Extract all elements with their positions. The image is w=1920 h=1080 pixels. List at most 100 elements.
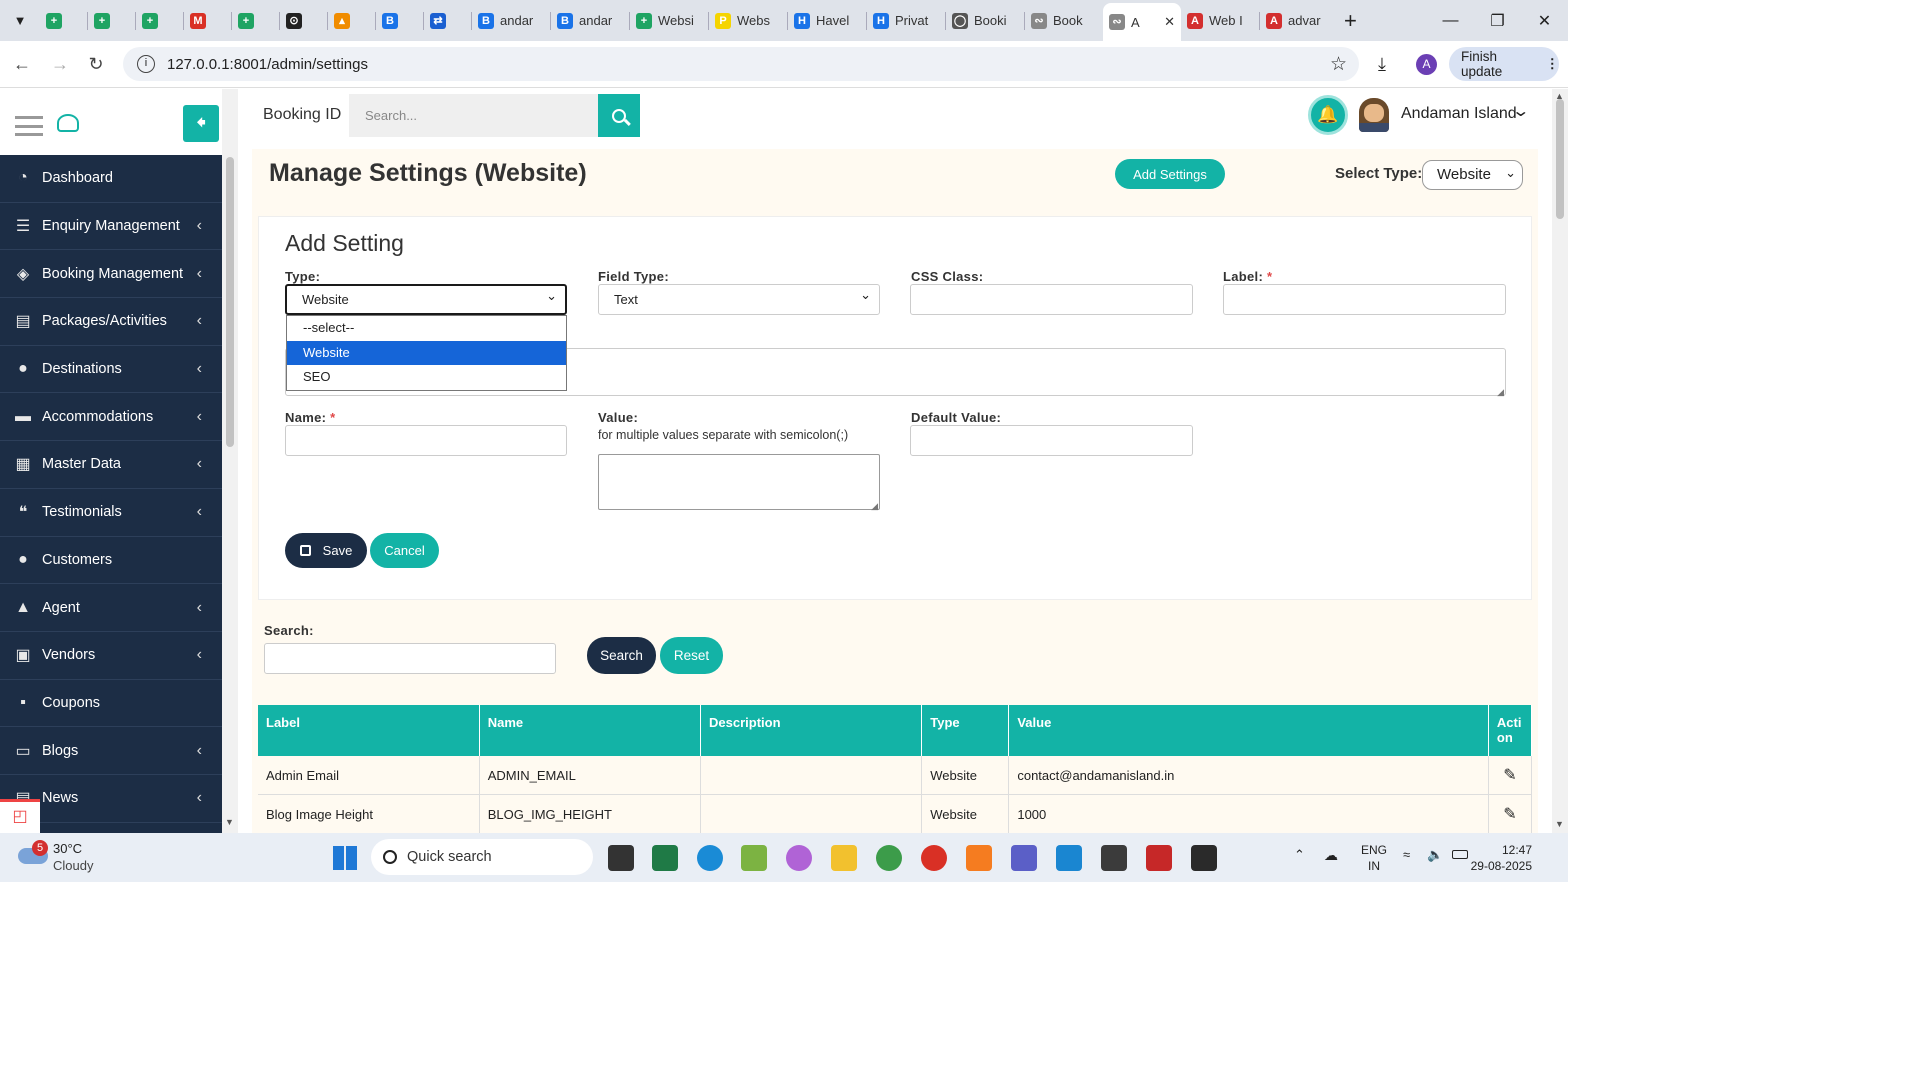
type-select[interactable]: Website ⌄ — [285, 284, 567, 315]
edit-icon[interactable]: ✎ — [1503, 767, 1516, 784]
add-settings-button[interactable]: Add Settings — [1115, 159, 1225, 189]
type-option[interactable]: SEO — [287, 365, 566, 390]
sidebar-item-destinations[interactable]: ● Destinations ‹ — [0, 346, 222, 394]
sidebar-item-testimonials[interactable]: ❝ Testimonials ‹ — [0, 489, 222, 537]
photos-icon[interactable] — [741, 845, 767, 871]
browser-tab[interactable]: + — [88, 4, 135, 38]
booking-search-button[interactable] — [598, 94, 640, 137]
clock[interactable]: 12:47 29-08-2025 — [1471, 842, 1532, 874]
browser-tab[interactable]: Aadvar — [1260, 4, 1338, 38]
weather-widget[interactable]: 5 30°C Cloudy — [16, 840, 126, 876]
sidebar-item-agent[interactable]: ▲ Agent ‹ — [0, 584, 222, 632]
browser-tab[interactable]: H Privat — [867, 4, 945, 38]
column-header[interactable]: Label — [258, 705, 480, 756]
name-input[interactable] — [285, 425, 567, 456]
browser-tab[interactable]: + — [232, 4, 279, 38]
windows-start-icon[interactable] — [333, 846, 357, 870]
collapse-sidebar-button[interactable]: 🠸 — [183, 105, 219, 142]
taskbar-search[interactable]: Quick search — [371, 839, 593, 875]
browser-tab[interactable]: H Havel — [788, 4, 866, 38]
teams-icon[interactable] — [1011, 845, 1037, 871]
tray-chevron-up-icon[interactable]: ⌃ — [1294, 847, 1305, 863]
reload-icon[interactable]: ↻ — [78, 54, 114, 75]
sidebar-item-packages-activities[interactable]: ▤ Packages/Activities ‹ — [0, 298, 222, 346]
browser-tab[interactable]: + — [40, 4, 87, 38]
chrome-icon[interactable] — [876, 845, 902, 871]
column-header[interactable]: Name — [479, 705, 702, 756]
maximize-icon[interactable]: ❐ — [1474, 0, 1521, 41]
sidebar-item-master-data[interactable]: ▦ Master Data ‹ — [0, 441, 222, 489]
browser-tab[interactable]: ∾ Book — [1025, 4, 1103, 38]
tab-list-dropdown-icon[interactable]: ▼ — [0, 13, 40, 28]
reset-button[interactable]: Reset — [660, 637, 723, 674]
bookmark-star-icon[interactable]: ☆ — [1330, 53, 1347, 76]
copilot-icon[interactable] — [786, 845, 812, 871]
browser-tab[interactable]: ⊙ — [280, 4, 327, 38]
css-class-input[interactable] — [910, 284, 1193, 315]
sidebar-item-blogs[interactable]: ▭ Blogs ‹ — [0, 727, 222, 775]
column-header[interactable]: Description — [700, 705, 923, 756]
browser-tab[interactable]: Bandar — [472, 4, 550, 38]
browser-tab[interactable]: Bandar — [551, 4, 629, 38]
laravel-debug-icon[interactable]: ◰ — [0, 799, 40, 833]
cancel-button[interactable]: Cancel — [370, 533, 439, 568]
user-name[interactable]: Andaman Island — [1401, 105, 1517, 123]
search-button[interactable]: Search — [587, 637, 656, 674]
type-option[interactable]: Website — [287, 340, 566, 365]
label-input[interactable] — [1223, 284, 1506, 315]
wifi-icon[interactable]: ≈ — [1403, 847, 1410, 862]
hamburger-menu-icon[interactable] — [15, 116, 43, 136]
column-header[interactable]: Value — [1008, 705, 1489, 756]
download-icon[interactable]: ⤓ — [1378, 54, 1386, 75]
minimize-icon[interactable]: — — [1427, 0, 1474, 41]
taskview-icon[interactable] — [608, 845, 634, 871]
browser-tab[interactable]: ∾ A ✕ — [1103, 3, 1181, 41]
browser-tab[interactable]: ◯ Booki — [946, 4, 1024, 38]
back-icon[interactable]: ← — [4, 54, 40, 75]
browser-tab[interactable]: B — [376, 4, 423, 38]
filezilla-icon[interactable] — [1146, 845, 1172, 871]
forward-icon[interactable]: → — [42, 54, 78, 75]
terminal-icon[interactable] — [1191, 845, 1217, 871]
user-avatar[interactable] — [1359, 98, 1389, 132]
volume-icon[interactable]: 🔈 — [1427, 847, 1443, 863]
site-info-icon[interactable]: i — [137, 55, 155, 73]
onedrive-off-icon[interactable]: ☁ — [1324, 847, 1338, 864]
edge-icon[interactable] — [697, 845, 723, 871]
page-scrollbar[interactable]: ▲ ▼ — [1552, 89, 1568, 833]
default-value-input[interactable] — [910, 425, 1193, 456]
user-menu-chevron-icon[interactable]: ⌄ — [1511, 101, 1530, 121]
browser-tab[interactable]: + — [136, 4, 183, 38]
browser-tab[interactable]: ▴ — [328, 4, 375, 38]
edit-icon[interactable]: ✎ — [1503, 806, 1516, 823]
sidebar-item-booking-management[interactable]: ◈ Booking Management ‹ — [0, 250, 222, 299]
sidebar-item-dashboard[interactable]: ◔ Dashboard — [0, 155, 222, 203]
browser-tab[interactable]: P Webs — [709, 4, 787, 38]
type-option[interactable]: --select-- — [287, 316, 566, 341]
excel-icon[interactable] — [652, 845, 678, 871]
close-tab-icon[interactable]: ✕ — [1164, 14, 1175, 30]
chrome-profile-icon[interactable] — [921, 845, 947, 871]
sidebar-item-accommodations[interactable]: ▬ Accommodations ‹ — [0, 393, 222, 442]
sidebar-item-vendors[interactable]: ▣ Vendors ‹ — [0, 632, 222, 680]
save-button[interactable]: Save — [285, 533, 367, 568]
column-header[interactable]: Type — [921, 705, 1010, 756]
sublime-icon[interactable] — [1101, 845, 1127, 871]
search-input[interactable] — [264, 643, 556, 674]
new-tab-icon[interactable]: + — [1344, 8, 1357, 34]
profile-avatar[interactable]: A — [1416, 53, 1437, 75]
browser-tab[interactable]: + Websi — [630, 4, 708, 38]
browser-tab[interactable]: M — [184, 4, 231, 38]
browser-tab[interactable]: ⇄ — [424, 4, 471, 38]
field-type-select[interactable]: Text ⌄ — [598, 284, 880, 315]
select-type-dropdown[interactable]: Website ⌄ — [1422, 160, 1523, 190]
url-field[interactable]: i 127.0.0.1:8001/admin/settings ☆ — [123, 47, 1359, 81]
sidebar-item-enquiry-management[interactable]: ☰ Enquiry Management ‹ — [0, 203, 222, 251]
close-window-icon[interactable]: ✕ — [1521, 0, 1568, 41]
booking-search-input[interactable]: Search... — [349, 94, 599, 137]
value-textarea[interactable]: ◢ — [598, 454, 880, 511]
file-explorer-icon[interactable] — [831, 845, 857, 871]
xampp-icon[interactable] — [966, 845, 992, 871]
language-indicator[interactable]: ENG IN — [1361, 842, 1387, 874]
browser-tab[interactable]: A Web I — [1181, 4, 1259, 38]
